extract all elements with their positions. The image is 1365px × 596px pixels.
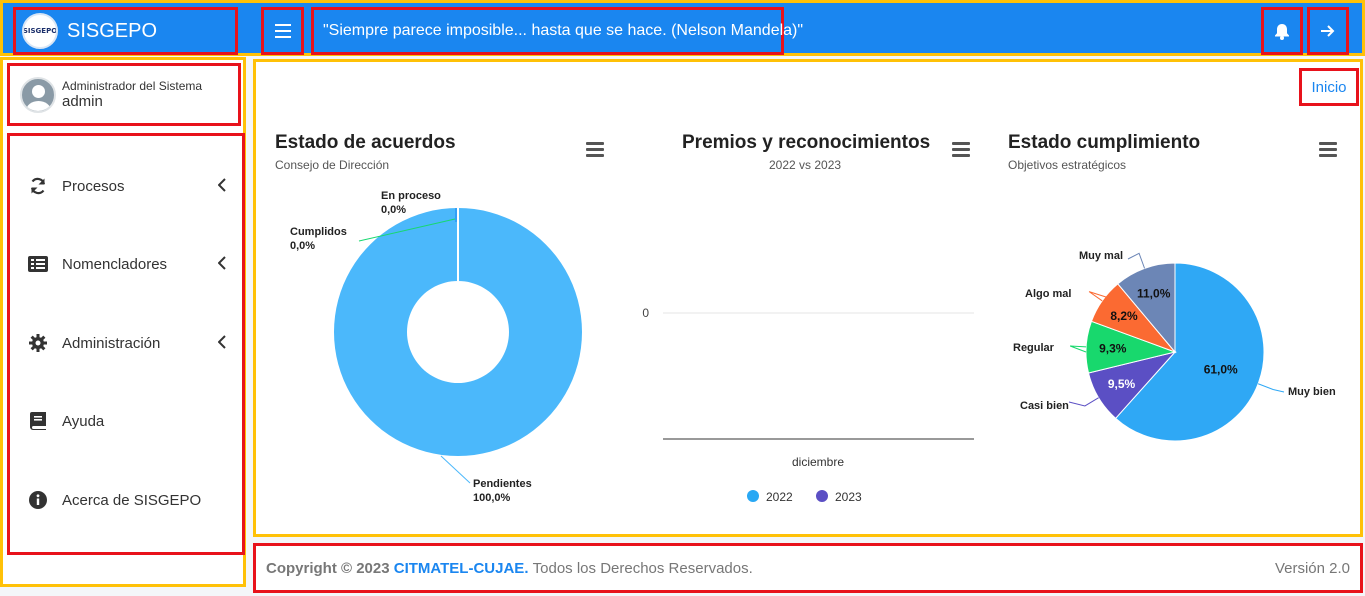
footer-version: Versión 2.0: [1274, 559, 1350, 577]
charts-canvas: Pendientes 100,0% En proceso 0,0% Cumplidos 0…: [290, 190, 1336, 504]
sidebar: Administrador del Sistema admin Procesos…: [0, 57, 246, 587]
chevron-left-icon: [218, 178, 226, 192]
data-label: 0,0%: [381, 204, 406, 216]
bell-icon: [1275, 23, 1289, 40]
connector-line: [440, 455, 471, 484]
y-tick-label: 0: [642, 306, 649, 320]
slice-name-label: Algo mal: [1025, 288, 1071, 300]
chevron-left-icon: [218, 335, 226, 349]
slice-name-label: Regular: [1013, 342, 1055, 354]
data-label: En proceso: [381, 190, 441, 202]
legend-marker: [747, 490, 759, 502]
chevron-left-icon: [218, 256, 226, 270]
data-label: Cumplidos: [290, 226, 347, 238]
connector-line: [1127, 252, 1146, 269]
slice-value-label: 11,0%: [1137, 286, 1171, 300]
slice-name-label: Muy mal: [1079, 250, 1123, 262]
slice-name-label: Casi bien: [1020, 400, 1069, 412]
brand-name: SISGEPO: [67, 19, 158, 42]
legend-marker: [816, 490, 828, 502]
sidebar-item-label: Ayuda: [62, 412, 105, 430]
gear-icon: [28, 333, 48, 353]
user-panel[interactable]: Administrador del Sistema admin: [7, 63, 241, 126]
sidebar-item-label: Procesos: [62, 177, 125, 195]
info-icon: [28, 490, 48, 510]
data-label: 0,0%: [290, 240, 315, 252]
sidebar-menu: Procesos Nomencladores Administración Ay…: [7, 133, 245, 555]
footer: Copyright © 2023 CITMATEL-CUJAE. Todos l…: [253, 543, 1363, 593]
book-icon: [28, 411, 48, 431]
hamburger-icon: [274, 24, 291, 38]
footer-rights: Todos los Derechos Reservados.: [532, 559, 753, 577]
connector-line: [1257, 383, 1285, 393]
user-name: admin: [62, 93, 103, 110]
sidebar-item-label: Acerca de SISGEPO: [62, 491, 202, 509]
slice-value-label: 9,5%: [1108, 377, 1136, 391]
footer-org-link[interactable]: CITMATEL-CUJAE.: [394, 560, 529, 577]
sidebar-item-label: Administración: [62, 334, 161, 352]
slice-name-label: Muy bien: [1288, 386, 1336, 398]
sidebar-item-acerca[interactable]: Acerca de SISGEPO: [10, 480, 242, 520]
data-label: 100,0%: [473, 492, 511, 504]
brand-link[interactable]: SISGEPO SISGEPO: [13, 7, 238, 55]
connector-line: [1068, 397, 1099, 407]
sidebar-item-ayuda[interactable]: Ayuda: [10, 401, 242, 441]
sidebar-item-label: Nomencladores: [62, 255, 168, 273]
avatar: [20, 76, 56, 113]
main-content: Inicio Estado de acuerdos Consejo de Dir…: [253, 59, 1363, 537]
slice-value-label: 61,0%: [1204, 362, 1238, 376]
x-tick-label: diciembre: [792, 455, 844, 469]
footer-copyright: Copyright © 2023: [266, 559, 390, 577]
data-label: Pendientes: [473, 478, 532, 490]
logout-button[interactable]: [1307, 7, 1349, 55]
sisgepo-logo: SISGEPO: [22, 13, 58, 49]
notifications-button[interactable]: [1261, 7, 1303, 55]
user-role: Administrador del Sistema: [62, 79, 203, 93]
header-quote: "Siempre parece imposible... hasta que s…: [311, 7, 803, 55]
sidebar-toggle-button[interactable]: [261, 7, 304, 55]
slice-value-label: 8,2%: [1110, 309, 1138, 323]
legend-label: 2022: [766, 490, 793, 504]
legend-label: 2023: [835, 490, 862, 504]
sidebar-item-procesos[interactable]: Procesos: [10, 166, 242, 206]
list-icon: [28, 254, 48, 274]
refresh-icon: [28, 176, 48, 196]
sidebar-item-nomencladores[interactable]: Nomencladores: [10, 244, 242, 284]
arrow-right-icon: [1321, 25, 1335, 37]
sidebar-item-administracion[interactable]: Administración: [10, 323, 242, 363]
slice-value-label: 9,3%: [1099, 341, 1127, 355]
top-navbar: SISGEPO SISGEPO "Siempre parece imposibl…: [0, 0, 1365, 56]
connector-line: [1069, 345, 1087, 353]
